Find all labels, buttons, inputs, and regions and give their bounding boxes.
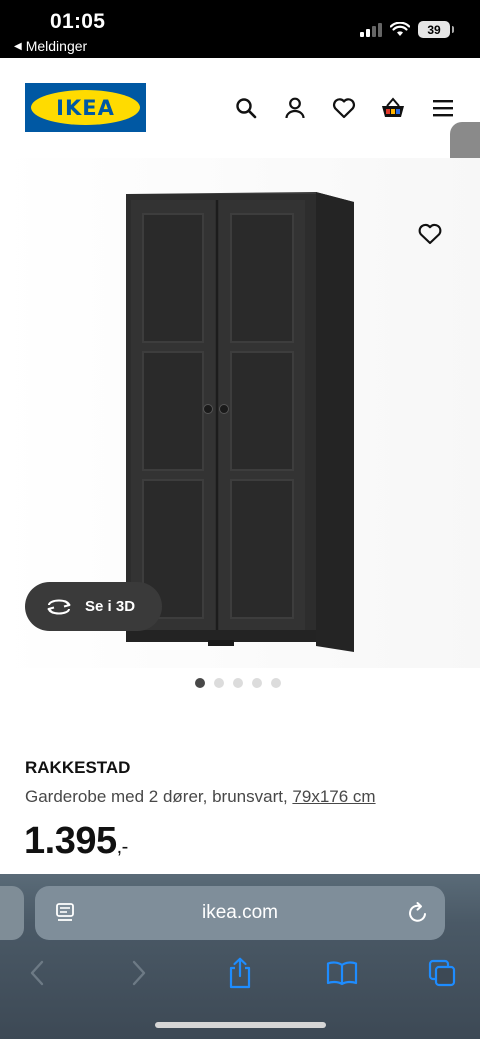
browser-forward-icon[interactable]	[122, 956, 156, 990]
wardrobe-product-image	[126, 192, 354, 652]
status-bar: 01:05 ◀ Meldinger 39	[0, 0, 480, 58]
battery-level: 39	[427, 22, 441, 37]
carousel-dot[interactable]	[233, 678, 243, 688]
url-text: ikea.com	[201, 902, 279, 923]
logo-oval: IKEA	[31, 90, 140, 125]
logo-text: IKEA	[56, 95, 115, 120]
site-header: IKEA	[0, 58, 480, 158]
back-app-label: Meldinger	[25, 38, 88, 54]
back-to-app-link[interactable]: ◀ Meldinger	[14, 38, 87, 54]
wifi-icon	[390, 22, 410, 36]
view-in-3d-button[interactable]: Se i 3D	[25, 582, 162, 631]
basket-icon[interactable]	[380, 95, 406, 121]
price-value: 1.395	[24, 820, 117, 862]
add-to-favourites-icon[interactable]	[417, 222, 443, 246]
share-icon[interactable]	[223, 956, 257, 990]
browser-back-icon[interactable]	[20, 956, 54, 990]
tabs-overview-icon[interactable]	[425, 956, 459, 990]
product-name: RAKKESTAD	[25, 758, 131, 777]
carousel-dot[interactable]	[252, 678, 262, 688]
product-dimensions-link[interactable]: 79x176 cm	[292, 787, 375, 806]
previous-tab-preview[interactable]	[0, 886, 24, 940]
carousel-dot[interactable]	[214, 678, 224, 688]
back-triangle-icon: ◀	[14, 40, 22, 52]
search-icon[interactable]	[233, 95, 259, 121]
home-indicator	[155, 1022, 326, 1028]
menu-icon[interactable]	[430, 95, 456, 121]
cellular-signal-icon	[360, 22, 382, 37]
carousel-dot[interactable]	[195, 678, 205, 688]
product-description: Garderobe med 2 dører, brunsvart, 79x176…	[25, 787, 376, 807]
image-carousel-dots	[195, 678, 281, 688]
battery-icon: 39	[418, 21, 454, 38]
price-suffix: ,-	[116, 836, 129, 858]
ikea-logo[interactable]: IKEA	[25, 83, 146, 132]
browser-toolbar: ikea.com	[0, 874, 480, 1039]
view-in-3d-label: Se i 3D	[85, 598, 136, 615]
heart-icon[interactable]	[331, 95, 357, 121]
rotate-3d-icon	[47, 599, 71, 614]
page-menu-icon[interactable]	[55, 902, 75, 924]
address-bar[interactable]: ikea.com	[35, 886, 445, 940]
status-indicators: 39	[360, 21, 454, 38]
bookmarks-icon[interactable]	[325, 956, 359, 990]
reload-icon[interactable]	[407, 901, 429, 925]
status-time: 01:05	[50, 10, 106, 33]
carousel-dot[interactable]	[271, 678, 281, 688]
product-price: 1.395,-	[24, 820, 128, 863]
user-icon[interactable]	[282, 95, 308, 121]
product-description-text: Garderobe med 2 dører, brunsvart,	[25, 787, 293, 806]
